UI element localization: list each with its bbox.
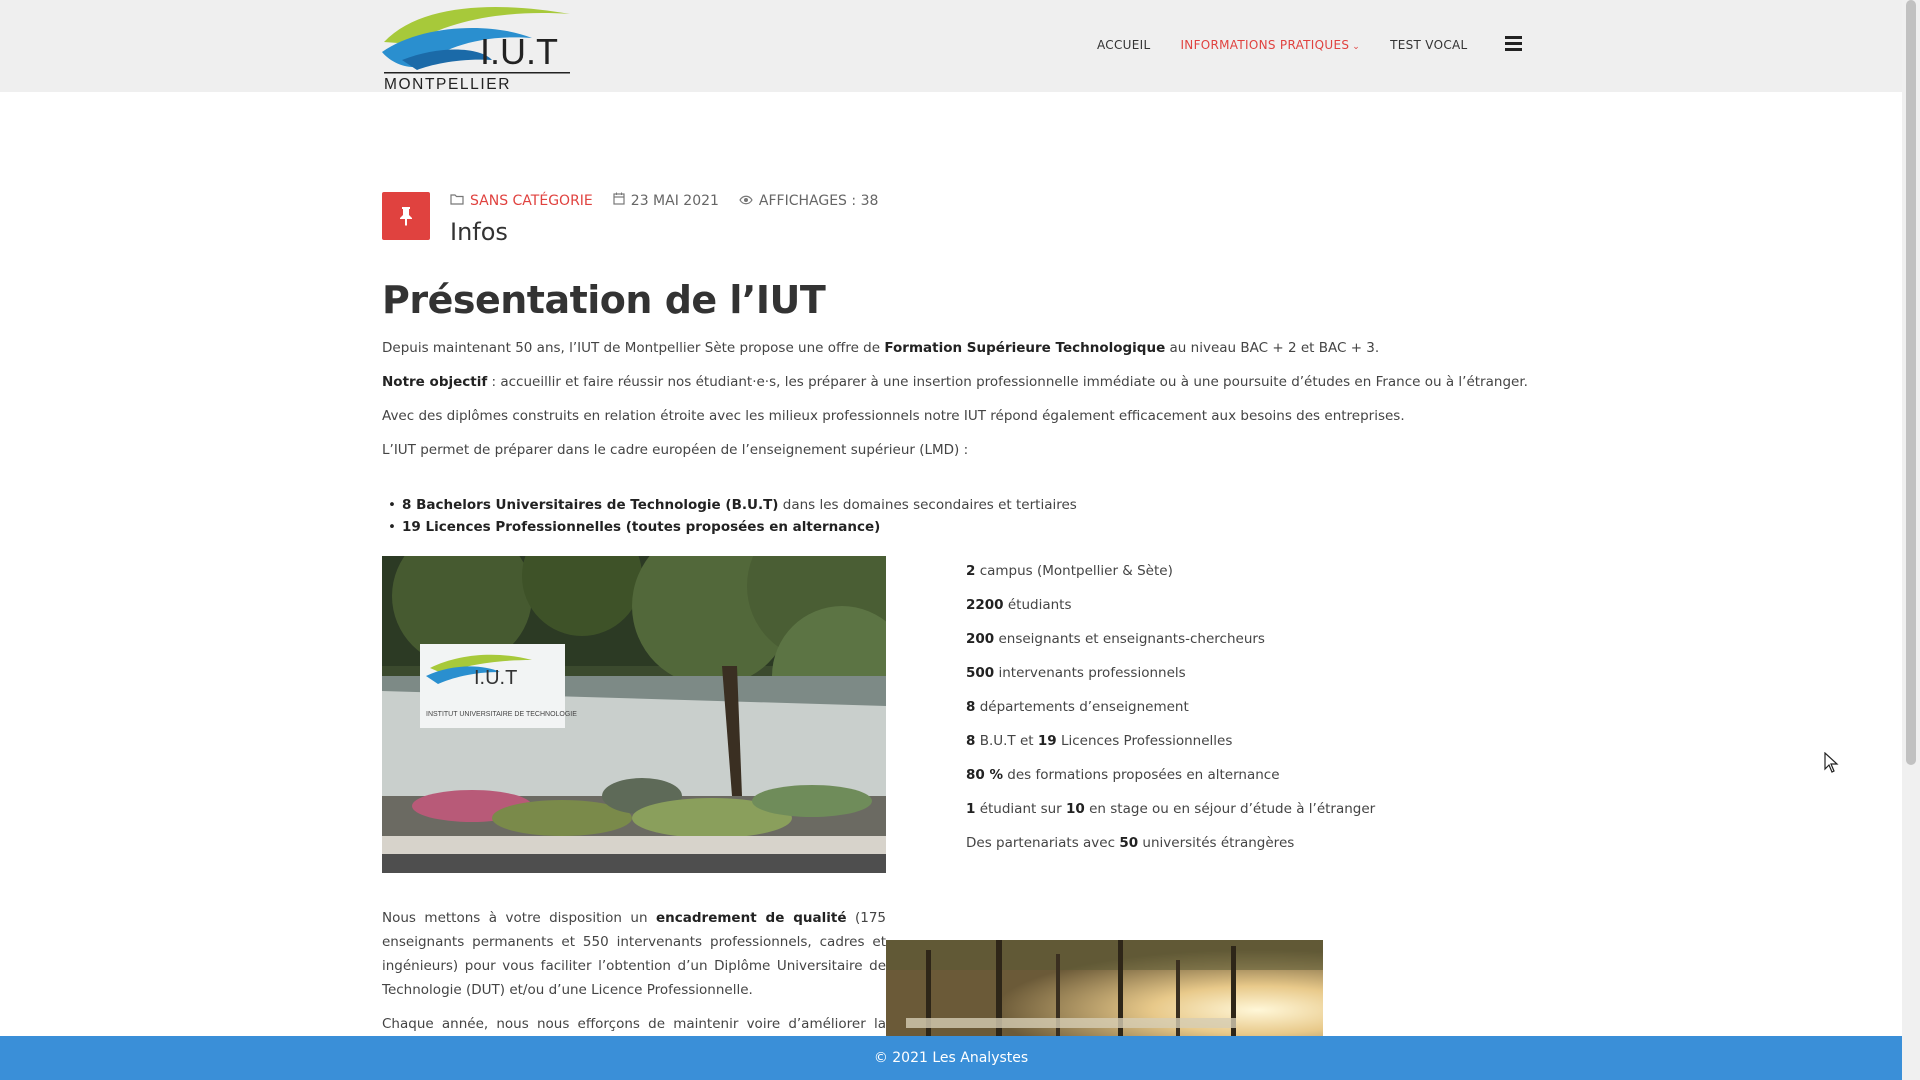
scrollbar[interactable] bbox=[1902, 0, 1920, 1080]
stat-label: enseignants et enseignants-chercheurs bbox=[994, 631, 1265, 647]
campus-trees-photo bbox=[886, 940, 1323, 1040]
logo-iut-text: I.U.T bbox=[480, 31, 558, 72]
sign-institute-text: INSTITUT UNIVERSITAIRE DE TECHNOLOGIE bbox=[426, 711, 577, 718]
stat-label: campus (Montpellier & Sète) bbox=[975, 563, 1173, 579]
campus-sign-photo: I.U.T INSTITUT UNIVERSITAIRE DE TECHNOLO… bbox=[382, 556, 886, 873]
logo-montpellier-text: MONTPELLIER bbox=[384, 76, 511, 90]
site-header: I.U.T MONTPELLIER ACCUEIL INFORMATIONS P… bbox=[0, 0, 1902, 93]
stat-item: 8 départements d’enseignement bbox=[966, 699, 1375, 733]
yearly-paragraph: Chaque année, nous nous efforçons de mai… bbox=[382, 1016, 886, 1032]
intro-prefix: Depuis maintenant 50 ans, l’IUT de Montp… bbox=[382, 340, 885, 356]
stat-value: 2200 bbox=[966, 597, 1004, 613]
calendar-icon bbox=[613, 192, 625, 209]
hamburger-icon[interactable] bbox=[1505, 36, 1522, 52]
list-item-text: dans les domaines secondaires et tertiai… bbox=[778, 497, 1077, 513]
list-item: 8 Bachelors Universitaires de Technologi… bbox=[382, 497, 1077, 513]
stat-item: 80 % des formations proposées en alterna… bbox=[966, 767, 1375, 801]
site-footer: © 2021 Les Analystes bbox=[0, 1036, 1902, 1080]
stat-value: 80 % bbox=[966, 767, 1004, 783]
stat-value: 8 bbox=[966, 733, 976, 749]
scrollbar-thumb[interactable] bbox=[1906, 0, 1916, 765]
stat-label: départements d’enseignement bbox=[975, 699, 1189, 715]
support-prefix: Nous mettons à votre disposition un bbox=[382, 910, 656, 926]
eye-icon bbox=[739, 193, 753, 209]
nav-practical-info-label: INFORMATIONS PRATIQUES bbox=[1180, 38, 1350, 52]
stat-value-2: 10 bbox=[1066, 801, 1085, 817]
objective-text: : accueillir et faire réussir nos étudia… bbox=[487, 374, 1528, 390]
list-item-bold: 8 Bachelors Universitaires de Technologi… bbox=[402, 497, 779, 513]
nav-practical-info[interactable]: INFORMATIONS PRATIQUES ⌄ bbox=[1180, 38, 1360, 52]
stat-item: 200 enseignants et enseignants-chercheur… bbox=[966, 631, 1375, 665]
mouse-cursor-icon bbox=[1824, 751, 1840, 774]
iut-montpellier-logo[interactable]: I.U.T MONTPELLIER bbox=[382, 4, 572, 93]
stat-item: 500 intervenants professionnels bbox=[966, 665, 1375, 699]
stat-item: 8 B.U.T et 19 Licences Professionnelles bbox=[966, 733, 1375, 767]
stat-label-2: en stage ou en séjour d’étude à l’étrang… bbox=[1084, 801, 1376, 817]
folder-icon bbox=[450, 193, 464, 209]
post-title: Infos bbox=[450, 218, 508, 246]
stat-value-2: 50 bbox=[1119, 835, 1139, 851]
list-item: 19 Licences Professionnelles (toutes pro… bbox=[382, 519, 1077, 535]
post-date: 23 MAI 2021 bbox=[630, 192, 719, 209]
stat-item: Des partenariats avec 50 universités étr… bbox=[966, 835, 1375, 869]
list-item-bold: 19 Licences Professionnelles (toutes pro… bbox=[402, 519, 881, 535]
stat-label-2: Licences Professionnelles bbox=[1056, 733, 1233, 749]
programs-list: 8 Bachelors Universitaires de Technologi… bbox=[382, 497, 1077, 541]
stat-label: des formations proposées en alternance bbox=[1003, 767, 1280, 783]
post-meta: SANS CATÉGORIE 23 MAI 2021 AFFICHAGES : … bbox=[450, 192, 878, 209]
key-figures: 2 campus (Montpellier & Sète) 2200 étudi… bbox=[966, 563, 1375, 869]
stat-value: 2 bbox=[966, 563, 976, 579]
stat-label: intervenants professionnels bbox=[994, 665, 1186, 681]
stat-label: Des partenariats avec bbox=[966, 835, 1120, 851]
nav-vocal-test[interactable]: TEST VOCAL bbox=[1390, 38, 1467, 52]
chevron-down-icon: ⌄ bbox=[1352, 42, 1361, 52]
stat-label: B.U.T et bbox=[975, 733, 1038, 749]
stat-value: 1 bbox=[966, 801, 976, 817]
stat-item: 2200 étudiants bbox=[966, 597, 1375, 631]
intro-suffix: au niveau BAC + 2 et BAC + 3. bbox=[1165, 340, 1380, 356]
stat-item: 1 étudiant sur 10 en stage ou en séjour … bbox=[966, 801, 1375, 835]
lmd-paragraph: L’IUT permet de préparer dans le cadre e… bbox=[382, 442, 969, 458]
main-nav: ACCUEIL INFORMATIONS PRATIQUES ⌄ TEST VOC… bbox=[1097, 38, 1498, 52]
post-views: AFFICHAGES : 38 bbox=[758, 192, 879, 209]
diplomas-paragraph: Avec des diplômes construits en relation… bbox=[382, 408, 1405, 424]
stat-label: étudiants bbox=[1003, 597, 1072, 613]
stat-value: 8 bbox=[966, 699, 976, 715]
stat-label: étudiant sur bbox=[975, 801, 1067, 817]
stat-label-2: universités étrangères bbox=[1138, 835, 1295, 851]
stat-value: 200 bbox=[966, 631, 995, 647]
post-category-link[interactable]: SANS CATÉGORIE bbox=[470, 193, 593, 209]
nav-home[interactable]: ACCUEIL bbox=[1097, 38, 1150, 52]
stat-value-2: 19 bbox=[1037, 733, 1057, 749]
stat-item: 2 campus (Montpellier & Sète) bbox=[966, 563, 1375, 597]
intro-bold: Formation Supérieure Technologique bbox=[884, 340, 1166, 356]
stat-value: 500 bbox=[966, 665, 995, 681]
support-bold: encadrement de qualité bbox=[656, 910, 847, 926]
objective-bold: Notre objectif bbox=[382, 374, 488, 390]
pushpin-icon bbox=[382, 192, 430, 240]
intro-paragraph: Depuis maintenant 50 ans, l’IUT de Montp… bbox=[382, 340, 1379, 356]
objective-paragraph: Notre objectif : accueillir et faire réu… bbox=[382, 374, 1528, 390]
page-title: Présentation de l’IUT bbox=[382, 278, 826, 322]
support-paragraph: Nous mettons à votre disposition un enca… bbox=[382, 906, 886, 1002]
sign-iut-text: I.U.T bbox=[474, 667, 517, 689]
